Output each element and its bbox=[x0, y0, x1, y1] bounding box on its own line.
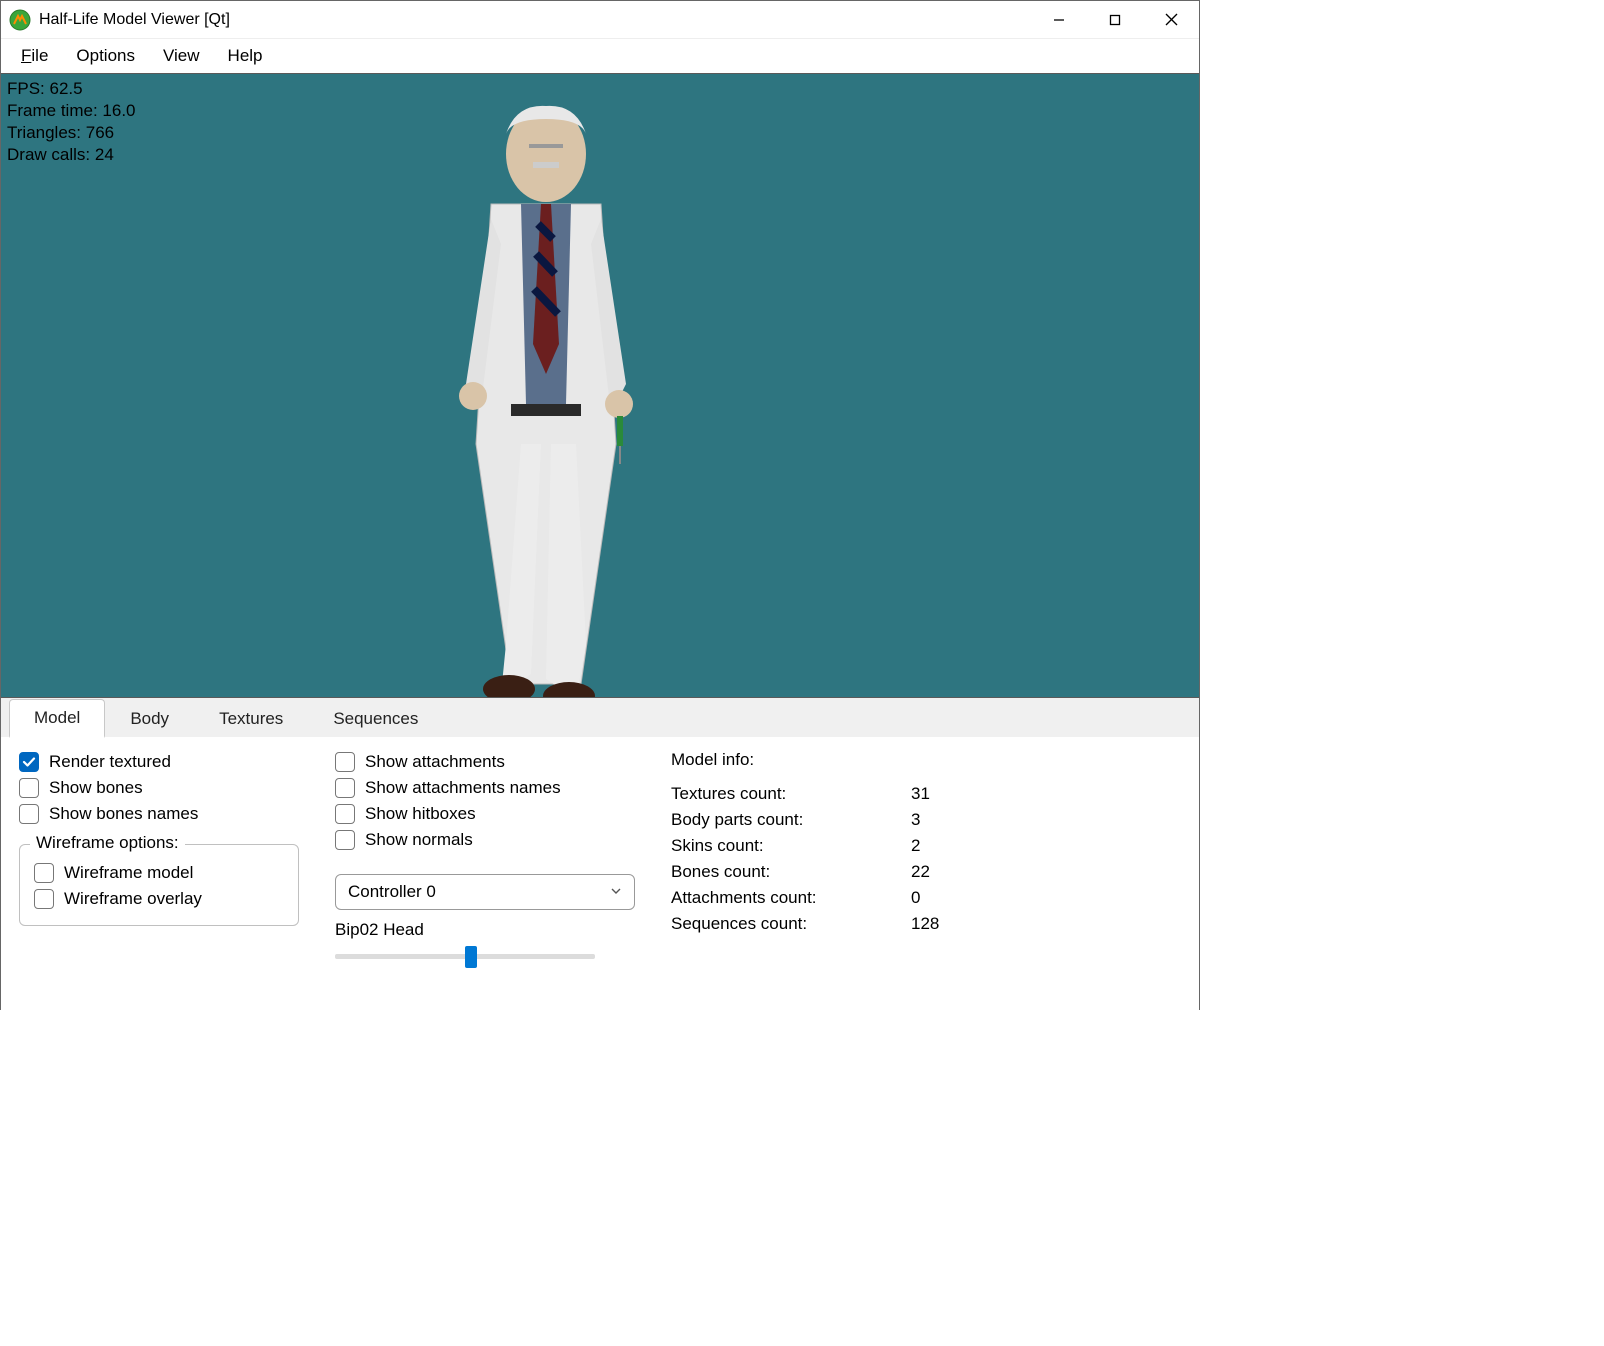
combo-controller[interactable]: Controller 0 bbox=[335, 874, 635, 910]
check-show-hitboxes[interactable]: Show hitboxes bbox=[335, 804, 635, 824]
stat-triangles: 766 bbox=[86, 123, 114, 142]
check-show-bones[interactable]: Show bones bbox=[19, 778, 299, 798]
group-wireframe-options: Wireframe options: Wireframe model Wiref… bbox=[19, 844, 299, 926]
check-label: Show attachments bbox=[365, 752, 505, 772]
render-stats: FPS: 62.5 Frame time: 16.0 Triangles: 76… bbox=[7, 78, 136, 166]
viewport-3d[interactable]: FPS: 62.5 Frame time: 16.0 Triangles: 76… bbox=[1, 73, 1199, 698]
stat-fps: 62.5 bbox=[50, 79, 83, 98]
group-model-info: Model info: Textures count:31 Body parts… bbox=[671, 752, 1181, 1000]
group-legend: Model info: bbox=[671, 750, 1181, 770]
check-show-attachments[interactable]: Show attachments bbox=[335, 752, 635, 772]
info-value-sequences: 128 bbox=[911, 914, 939, 934]
menu-bar: File Options View Help bbox=[1, 39, 1199, 73]
tab-model[interactable]: Model bbox=[9, 699, 105, 738]
check-label: Wireframe overlay bbox=[64, 889, 202, 909]
stat-frametime: 16.0 bbox=[102, 101, 135, 120]
model-render bbox=[381, 84, 711, 698]
combo-value: Controller 0 bbox=[348, 882, 436, 902]
group-legend: Wireframe options: bbox=[30, 833, 185, 853]
info-value-bones: 22 bbox=[911, 862, 930, 882]
menu-view[interactable]: View bbox=[149, 42, 214, 70]
info-key: Bones count: bbox=[671, 862, 911, 882]
info-value-textures: 31 bbox=[911, 784, 930, 804]
info-key: Sequences count: bbox=[671, 914, 911, 934]
title-bar: Half-Life Model Viewer [Qt] bbox=[1, 1, 1199, 39]
info-value-bodyparts: 3 bbox=[911, 810, 920, 830]
info-value-skins: 2 bbox=[911, 836, 920, 856]
window-maximize-button[interactable] bbox=[1087, 1, 1143, 39]
slider-controller[interactable] bbox=[335, 946, 595, 966]
app-icon bbox=[9, 9, 31, 31]
info-key: Attachments count: bbox=[671, 888, 911, 908]
info-key: Body parts count: bbox=[671, 810, 911, 830]
stat-drawcalls: 24 bbox=[95, 145, 114, 164]
window-close-button[interactable] bbox=[1143, 1, 1199, 39]
panel-model: Render textured Show bones Show bones na… bbox=[1, 738, 1199, 1010]
check-label: Show bones bbox=[49, 778, 143, 798]
check-wireframe-model[interactable]: Wireframe model bbox=[34, 863, 284, 883]
check-show-attachments-names[interactable]: Show attachments names bbox=[335, 778, 635, 798]
check-render-textured[interactable]: Render textured bbox=[19, 752, 299, 772]
check-wireframe-overlay[interactable]: Wireframe overlay bbox=[34, 889, 284, 909]
check-label: Show normals bbox=[365, 830, 473, 850]
info-value-attachments: 0 bbox=[911, 888, 920, 908]
window-title: Half-Life Model Viewer [Qt] bbox=[39, 11, 230, 29]
info-key: Textures count: bbox=[671, 784, 911, 804]
check-label: Wireframe model bbox=[64, 863, 193, 883]
tab-textures[interactable]: Textures bbox=[194, 700, 308, 737]
check-show-normals[interactable]: Show normals bbox=[335, 830, 635, 850]
tab-strip: Model Body Textures Sequences bbox=[1, 698, 1199, 738]
chevron-down-icon bbox=[610, 882, 622, 902]
tab-sequences[interactable]: Sequences bbox=[308, 700, 443, 737]
check-show-bones-names[interactable]: Show bones names bbox=[19, 804, 299, 824]
tab-body[interactable]: Body bbox=[105, 700, 194, 737]
check-label: Render textured bbox=[49, 752, 171, 772]
menu-options[interactable]: Options bbox=[62, 42, 149, 70]
menu-file[interactable]: File bbox=[7, 42, 62, 70]
window-minimize-button[interactable] bbox=[1031, 1, 1087, 39]
controller-bone-label: Bip02 Head bbox=[335, 920, 635, 940]
check-label: Show attachments names bbox=[365, 778, 561, 798]
menu-help[interactable]: Help bbox=[214, 42, 277, 70]
check-label: Show bones names bbox=[49, 804, 198, 824]
check-label: Show hitboxes bbox=[365, 804, 476, 824]
info-key: Skins count: bbox=[671, 836, 911, 856]
